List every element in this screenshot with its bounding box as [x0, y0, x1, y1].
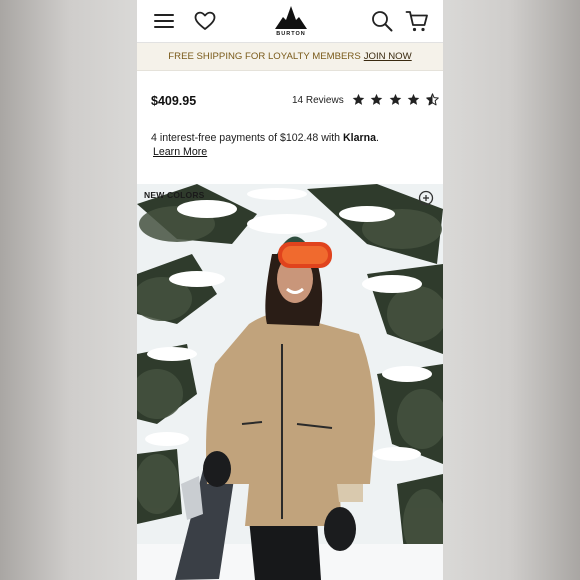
burton-logo[interactable]: BURTON	[271, 4, 311, 40]
star-icon	[370, 93, 383, 106]
cart-icon[interactable]	[405, 9, 429, 33]
logo-text: BURTON	[276, 31, 306, 37]
price-rating-row: $409.95 14 Reviews	[137, 72, 443, 130]
klarna-installments: 4 interest-free payments of $102.48 with…	[151, 131, 436, 146]
star-icon	[389, 93, 402, 106]
zoom-icon[interactable]	[418, 190, 434, 206]
menu-icon[interactable]	[153, 11, 175, 31]
star-half-icon	[426, 93, 439, 106]
loyalty-promo-banner: FREE SHIPPING FOR LOYALTY MEMBERS JOIN NO…	[137, 43, 443, 71]
top-navigation: BURTON	[137, 0, 443, 43]
klarna-suffix: .	[375, 132, 379, 144]
product-image[interactable]: NEW COLORS	[137, 184, 443, 580]
mobile-product-page: BURTON FREE SHIPPING FOR LOYALTY MEMBERS…	[137, 0, 443, 580]
star-rating[interactable]	[352, 93, 440, 109]
new-colors-badge: NEW COLORS	[144, 190, 205, 200]
search-icon[interactable]	[371, 10, 393, 32]
star-icon	[407, 93, 420, 106]
product-price: $409.95	[151, 94, 197, 108]
mountain-logo-icon	[275, 6, 307, 29]
heart-icon[interactable]	[194, 11, 216, 31]
learn-more-link[interactable]: Learn More	[153, 146, 207, 158]
star-icon	[352, 93, 365, 106]
product-photo-illustration	[137, 184, 443, 580]
klarna-logo: Klarna	[342, 132, 376, 144]
promo-text: FREE SHIPPING FOR LOYALTY MEMBERS	[168, 51, 361, 62]
join-now-link[interactable]: JOIN NOW	[364, 51, 412, 62]
reviews-count-link[interactable]: 14 Reviews	[292, 95, 344, 106]
klarna-text: 4 interest-free payments of $102.48 with	[151, 132, 341, 144]
